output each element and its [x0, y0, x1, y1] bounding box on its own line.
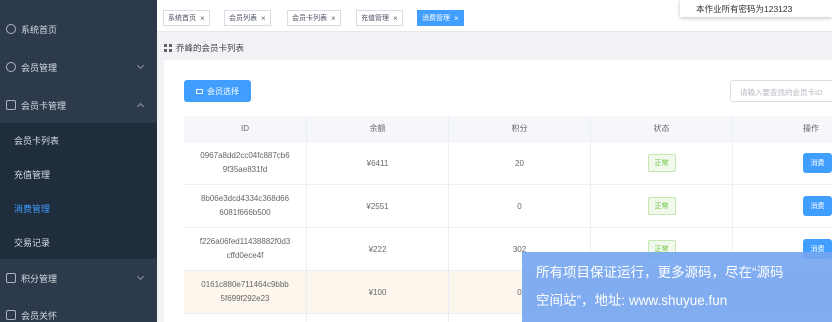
breadcrumb: 乔峰的会员卡列表 — [164, 42, 244, 54]
tab-home[interactable]: 系统首页 × — [163, 10, 210, 26]
watermark-line: 空间站”，地址: www.shuyue.fun — [536, 293, 728, 308]
tab-card-list[interactable]: 会员卡列表 × — [287, 10, 341, 26]
action-cell: 消费 — [733, 185, 832, 227]
status-cell: 正常 — [591, 142, 733, 184]
sidebar-item-home[interactable]: 系统首页 — [0, 12, 157, 46]
tab-member-list[interactable]: 会员列表 × — [224, 10, 271, 26]
action-cell: 消费 — [733, 142, 832, 184]
select-member-button[interactable]: 会员选择 — [184, 80, 251, 102]
balance-cell: ¥2551 — [307, 185, 449, 227]
tab-label: 会员列表 — [229, 15, 257, 22]
column-header: 状态 — [591, 116, 733, 141]
balance-cell: ¥6411 — [307, 142, 449, 184]
balance-cell: ¥222 — [307, 228, 449, 270]
id-line: 5f699f292e23 — [220, 294, 270, 303]
consume-button[interactable]: 消费 — [803, 153, 832, 173]
button-label: 会员选择 — [207, 86, 239, 96]
card-icon — [196, 88, 203, 94]
password-notice: 本作业所有密码为123123 — [680, 0, 832, 17]
tab-label: 充值管理 — [361, 15, 389, 22]
subitem-label: 消费管理 — [14, 203, 51, 214]
table-row: 0967a8dd2cc04fc887cb6 9f35ae831fd ¥6411 2… — [184, 142, 832, 185]
search-input[interactable]: 请输入要查找的会员卡ID — [730, 80, 832, 102]
sidebar-item-label: 系统首页 — [21, 24, 58, 35]
status-cell: 正常 — [591, 185, 733, 227]
grid-icon — [164, 44, 172, 52]
breadcrumb-text: 乔峰的会员卡列表 — [176, 43, 245, 53]
grid-icon — [6, 273, 16, 283]
document-icon — [6, 310, 16, 320]
table-header: ID 余额 积分 状态 操作 — [184, 116, 832, 142]
sidebar-subitem-transactions[interactable]: 交易记录 — [0, 225, 157, 259]
close-icon[interactable]: × — [331, 14, 336, 23]
chevron-up-icon — [136, 102, 145, 111]
column-header: 积分 — [449, 116, 591, 141]
chevron-down-icon — [136, 272, 145, 281]
sidebar-item-members[interactable]: 会员管理 — [0, 50, 157, 84]
column-header: ID — [184, 116, 307, 141]
id-line: 0967a8dd2cc04fc887cb6 — [200, 151, 290, 160]
balance-cell — [307, 314, 449, 322]
id-cell: 8b06e3dcd4334c368d66 6081f666b500 — [184, 185, 307, 227]
sidebar-item-label: 会员管理 — [21, 62, 58, 73]
status-badge: 正常 — [647, 197, 676, 215]
tab-consume[interactable]: 消费管理 × — [417, 10, 464, 26]
id-line: cffd0ece4f — [226, 251, 264, 260]
subitem-label: 会员卡列表 — [14, 135, 60, 146]
sidebar-item-points[interactable]: 积分管理 — [0, 261, 157, 295]
tab-label: 会员卡列表 — [292, 15, 327, 22]
column-header: 操作 — [803, 124, 819, 133]
id-cell — [184, 314, 307, 322]
home-icon — [6, 24, 16, 34]
id-cell: 0967a8dd2cc04fc887cb6 9f35ae831fd — [184, 142, 307, 184]
tab-label: 系统首页 — [168, 15, 196, 22]
sidebar-item-label: 积分管理 — [21, 273, 58, 284]
points-cell: 0 — [449, 185, 591, 227]
sidebar: 系统首页 会员管理 会员卡管理 会员卡列表 充值管理 消费管理 交易记录 积分管… — [0, 0, 157, 322]
user-icon — [6, 62, 16, 72]
id-cell: 0161c880e711464c9bbb 5f699f292e23 — [184, 271, 307, 313]
sidebar-item-cards[interactable]: 会员卡管理 — [0, 88, 157, 122]
id-line: 0161c880e711464c9bbb — [201, 280, 289, 289]
close-icon[interactable]: × — [261, 14, 266, 23]
status-badge: 正常 — [647, 154, 676, 172]
sidebar-subitem-recharge[interactable]: 充值管理 — [0, 157, 157, 191]
sidebar-item-label: 会员卡管理 — [21, 100, 67, 111]
close-icon[interactable]: × — [393, 14, 398, 23]
watermark-line: 所有项目保证运行，更多源码，尽在“源码 — [536, 265, 784, 280]
id-line: f226a06fed11438882f0d3 — [199, 237, 291, 246]
sidebar-item-label: 会员关怀 — [21, 310, 58, 321]
close-icon[interactable]: × — [200, 14, 205, 23]
sidebar-subitem-card-list[interactable]: 会员卡列表 — [0, 123, 157, 157]
card-icon — [6, 100, 16, 110]
column-header: 余额 — [307, 116, 449, 141]
points-cell: 20 — [449, 142, 591, 184]
tab-label: 消费管理 — [422, 15, 450, 22]
balance-cell: ¥100 — [307, 271, 449, 313]
id-cell: f226a06fed11438882f0d3 cffd0ece4f — [184, 228, 307, 270]
chevron-down-icon — [136, 61, 145, 70]
table-row: 8b06e3dcd4334c368d66 6081f666b500 ¥2551 0… — [184, 185, 832, 228]
id-line: 9f35ae831fd — [222, 165, 268, 174]
sidebar-subitem-consume[interactable]: 消费管理 — [0, 191, 157, 225]
promo-watermark: 所有项目保证运行，更多源码，尽在“源码 空间站”，地址: www.shuyue.… — [522, 252, 832, 322]
subitem-label: 充值管理 — [14, 169, 51, 180]
id-line: 6081f666b500 — [219, 208, 271, 217]
subitem-label: 交易记录 — [14, 237, 51, 248]
close-icon[interactable]: × — [454, 14, 459, 23]
tab-recharge[interactable]: 充值管理 × — [356, 10, 403, 26]
id-line: 8b06e3dcd4334c368d66 — [200, 194, 290, 203]
consume-button[interactable]: 消费 — [803, 196, 832, 216]
sidebar-item-care[interactable]: 会员关怀 — [0, 298, 157, 322]
